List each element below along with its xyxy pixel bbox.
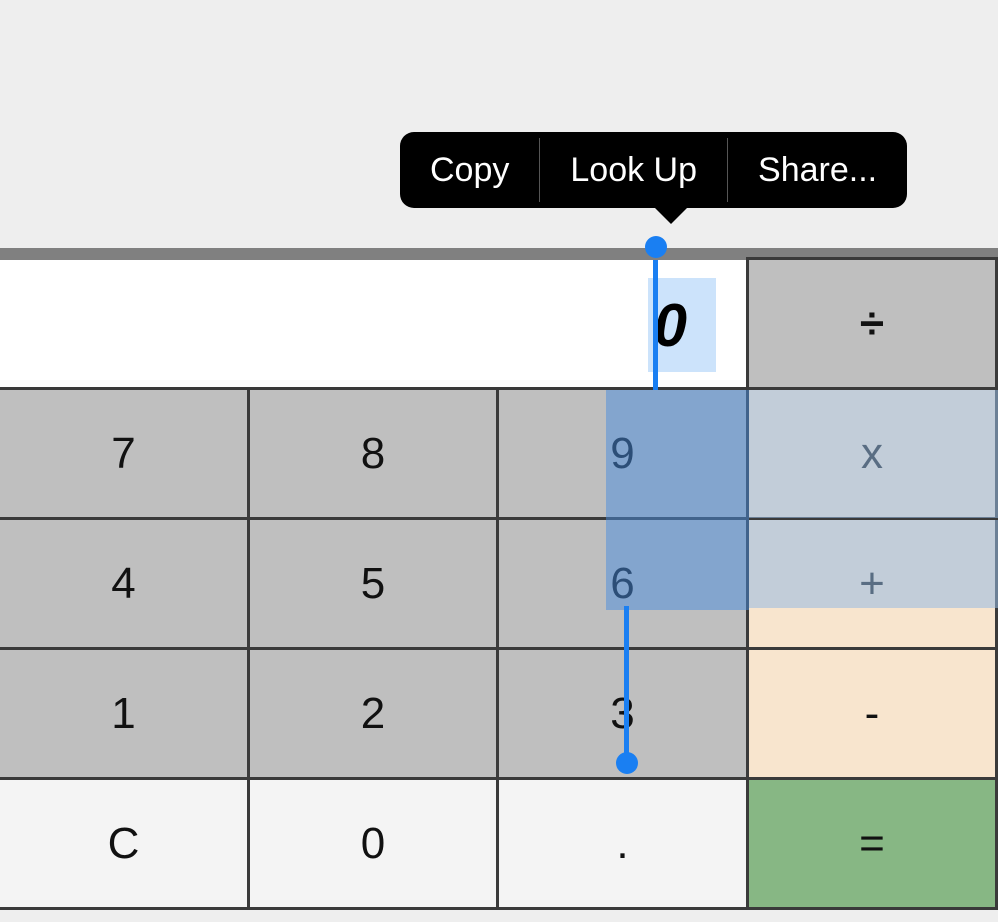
- key-2[interactable]: 2: [247, 647, 499, 780]
- context-menu-copy[interactable]: Copy: [400, 132, 539, 208]
- key-1[interactable]: 1: [0, 647, 250, 780]
- key-8[interactable]: 8: [247, 387, 499, 520]
- selection-caret-line: [653, 260, 658, 390]
- decimal-button[interactable]: .: [496, 777, 749, 910]
- minus-button[interactable]: -: [746, 647, 998, 780]
- key-6[interactable]: 6: [496, 517, 749, 650]
- plus-button[interactable]: +: [746, 517, 998, 650]
- context-menu-arrow-icon: [653, 206, 689, 224]
- display-value: 0: [654, 291, 687, 360]
- context-menu-look-up[interactable]: Look Up: [540, 132, 727, 208]
- context-menu: Copy Look Up Share...: [400, 132, 907, 208]
- keypad: 7 8 9 x 4 5 6 + 1 2 3 - C 0 . =: [0, 390, 998, 910]
- key-7[interactable]: 7: [0, 387, 250, 520]
- key-0[interactable]: 0: [247, 777, 499, 910]
- key-5[interactable]: 5: [247, 517, 499, 650]
- equals-button[interactable]: =: [746, 777, 998, 910]
- multiply-button[interactable]: x: [746, 387, 998, 520]
- selection-caret-line: [624, 606, 629, 758]
- selection-handle-end[interactable]: [616, 752, 638, 774]
- clear-button[interactable]: C: [0, 777, 250, 910]
- context-menu-share[interactable]: Share...: [728, 132, 907, 208]
- selection-handle-start[interactable]: [645, 236, 667, 258]
- divide-button[interactable]: ÷: [746, 257, 998, 390]
- key-9[interactable]: 9: [496, 387, 749, 520]
- calculator-display[interactable]: 0: [0, 260, 749, 390]
- key-4[interactable]: 4: [0, 517, 250, 650]
- calculator: 0 ÷ 7 8 9 x 4 5 6 + 1 2 3 - C 0 . =: [0, 260, 998, 910]
